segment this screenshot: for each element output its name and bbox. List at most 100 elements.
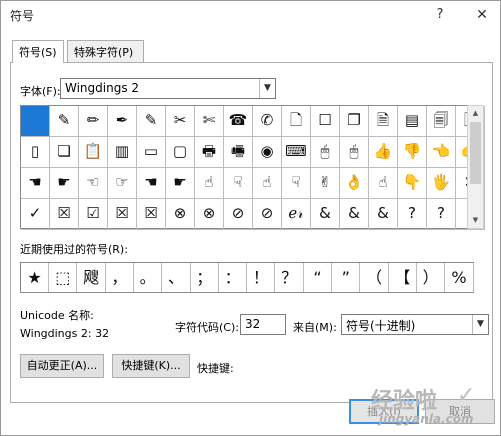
chevron-down-icon[interactable]: ▼ bbox=[259, 79, 275, 98]
symbol-cell[interactable]: 📋 bbox=[79, 137, 108, 168]
recent-symbol-cell[interactable]: ） bbox=[417, 263, 446, 292]
symbol-cell[interactable]: ✄ bbox=[195, 106, 224, 137]
symbol-cell[interactable]: ✌ bbox=[311, 168, 340, 199]
font-label: 字体(F): bbox=[20, 85, 61, 98]
symbol-cell[interactable]: 🗎 bbox=[369, 106, 398, 137]
recent-symbol-cell[interactable]: ！ bbox=[247, 263, 276, 292]
symbol-cell[interactable]: ☚ bbox=[137, 168, 166, 199]
symbol-cell[interactable]: ℯ𝓇 bbox=[282, 199, 311, 230]
symbol-cell[interactable]: & bbox=[340, 199, 369, 230]
symbol-grid-scrollbar[interactable]: ▲ ▼ bbox=[467, 105, 484, 229]
symbol-cell[interactable]: ☐ bbox=[311, 106, 340, 137]
recent-symbol-cell[interactable]: ？ bbox=[276, 263, 304, 292]
autocorrect-button[interactable]: 自动更正(A)... bbox=[20, 354, 104, 378]
symbol-cell[interactable]: ▯ bbox=[21, 137, 50, 168]
symbol-cell[interactable]: 🖱 bbox=[340, 137, 369, 168]
symbol-cell[interactable]: ✓ bbox=[21, 199, 50, 230]
symbol-cell[interactable]: ▭ bbox=[137, 137, 166, 168]
dialog-title: 符号 bbox=[10, 9, 35, 23]
symbol-cell[interactable]: 🖶 bbox=[195, 137, 224, 168]
symbol-cell[interactable]: ☒ bbox=[137, 199, 166, 230]
symbol-cell[interactable]: 🖱 bbox=[311, 137, 340, 168]
symbol-cell[interactable]: ❏ bbox=[50, 137, 79, 168]
recent-symbol-cell[interactable]: ； bbox=[191, 263, 219, 292]
symbol-cell[interactable]: ☜ bbox=[79, 168, 108, 199]
symbol-cell[interactable] bbox=[21, 106, 50, 137]
symbol-cell[interactable]: ✂ bbox=[166, 106, 195, 137]
symbol-cell[interactable]: ✏ bbox=[79, 106, 108, 137]
tab-symbols[interactable]: 符号(S) bbox=[12, 40, 64, 63]
symbol-cell[interactable]: ☒ bbox=[50, 199, 79, 230]
scroll-up-icon[interactable]: ▲ bbox=[468, 106, 483, 121]
from-select[interactable]: 符号(十进制) ▼ bbox=[341, 314, 489, 335]
shortcut-key-label: 快捷键: bbox=[197, 362, 234, 375]
symbol-cell[interactable]: ✒ bbox=[108, 106, 137, 137]
recent-symbol-cell[interactable]: ★ bbox=[21, 263, 49, 292]
recent-symbol-cell[interactable]: 、 bbox=[163, 263, 191, 292]
font-select[interactable]: Wingdings 2 ▼ bbox=[60, 78, 276, 99]
symbol-cell[interactable]: 🗐 bbox=[427, 106, 456, 137]
recent-symbol-cell[interactable]: ： bbox=[219, 263, 248, 292]
symbol-cell[interactable]: ⊘ bbox=[224, 199, 253, 230]
recent-symbol-cell[interactable]: （ bbox=[361, 263, 389, 292]
symbol-cell[interactable]: ☝ bbox=[369, 168, 398, 199]
symbol-cell[interactable]: ▤ bbox=[398, 106, 427, 137]
scroll-down-icon[interactable]: ▼ bbox=[468, 213, 483, 228]
symbol-cell[interactable]: ▢ bbox=[166, 137, 195, 168]
watermark-check-icon: ✓ bbox=[457, 383, 476, 408]
char-code-input[interactable]: 32 bbox=[240, 314, 286, 335]
recent-symbol-cell[interactable]: “ bbox=[304, 263, 332, 292]
symbol-cell[interactable]: & bbox=[311, 199, 340, 230]
tab-special-characters[interactable]: 特殊字符(P) bbox=[67, 40, 144, 62]
symbol-cell[interactable]: ⌨ bbox=[282, 137, 311, 168]
symbol-cell[interactable]: ☎ bbox=[224, 106, 253, 137]
symbol-cell[interactable]: ▥ bbox=[108, 137, 137, 168]
symbol-cell[interactable]: ☑ bbox=[79, 199, 108, 230]
shortcut-key-button[interactable]: 快捷键(K)... bbox=[112, 354, 190, 378]
symbol-cell[interactable]: 👎 bbox=[398, 137, 427, 168]
symbol-cell[interactable]: 👍 bbox=[369, 137, 398, 168]
font-select-value: Wingdings 2 bbox=[65, 81, 140, 95]
symbol-cell[interactable]: 🗋 bbox=[282, 106, 311, 137]
recent-symbol-cell[interactable]: 。 bbox=[134, 263, 163, 292]
symbol-cell[interactable]: ⊗ bbox=[166, 199, 195, 230]
symbol-cell[interactable]: ❐ bbox=[340, 106, 369, 137]
symbol-cell[interactable]: 👈 bbox=[427, 137, 456, 168]
symbol-cell[interactable]: ☝ bbox=[195, 168, 224, 199]
symbol-cell[interactable]: 👇 bbox=[398, 168, 427, 199]
symbol-cell[interactable]: ☚ bbox=[21, 168, 50, 199]
symbol-cell[interactable]: ☟ bbox=[282, 168, 311, 199]
recent-symbol-cell[interactable]: % bbox=[446, 263, 474, 292]
recent-symbol-cell[interactable]: ” bbox=[332, 263, 361, 292]
symbol-cell[interactable]: ☒ bbox=[108, 199, 137, 230]
symbol-cell[interactable]: ? bbox=[427, 199, 456, 230]
symbol-cell[interactable]: ⊘ bbox=[253, 199, 282, 230]
symbol-dialog: 符号 ? ✕ 符号(S) 特殊字符(P) 字体(F): Wingdings 2 … bbox=[0, 0, 501, 436]
symbol-grid: ✎✏✒✎✂✄☎✆🗋☐❐🗎▤🗐🗋▯❏📋▥▭▢🖶🖷◉⌨🖱🖱👍👎👈👉☚☛☜☞☚☛☝☟☝… bbox=[20, 105, 485, 230]
recent-symbol-cell[interactable]: ， bbox=[106, 263, 134, 292]
symbol-cell[interactable]: 🖐 bbox=[427, 168, 456, 199]
symbol-cell[interactable]: ? bbox=[398, 199, 427, 230]
symbol-cell[interactable]: ✎ bbox=[50, 106, 79, 137]
close-button[interactable]: ✕ bbox=[471, 5, 493, 25]
scrollbar-thumb[interactable] bbox=[470, 122, 481, 184]
symbol-cell[interactable]: ◉ bbox=[253, 137, 282, 168]
symbol-cell[interactable]: 👌 bbox=[340, 168, 369, 199]
recent-symbol-cell[interactable]: 飕 bbox=[78, 263, 106, 292]
symbol-cell[interactable]: ☛ bbox=[50, 168, 79, 199]
unicode-name-value: Wingdings 2: 32 bbox=[20, 327, 110, 340]
watermark-url: jingyanla.com bbox=[379, 412, 474, 426]
symbol-cell[interactable]: ✎ bbox=[137, 106, 166, 137]
symbol-cell[interactable]: ☟ bbox=[224, 168, 253, 199]
symbol-cell[interactable]: ⊗ bbox=[195, 199, 224, 230]
symbol-cell[interactable]: ☝ bbox=[253, 168, 282, 199]
symbol-cell[interactable]: & bbox=[369, 199, 398, 230]
symbol-cell[interactable]: ✆ bbox=[253, 106, 282, 137]
recent-symbol-cell[interactable]: ⬚ bbox=[49, 263, 78, 292]
help-button[interactable]: ? bbox=[429, 5, 451, 25]
recent-symbol-cell[interactable]: 【 bbox=[389, 263, 417, 292]
symbol-cell[interactable]: ☛ bbox=[166, 168, 195, 199]
symbol-cell[interactable]: ☞ bbox=[108, 168, 137, 199]
symbol-cell[interactable]: 🖷 bbox=[224, 137, 253, 168]
chevron-down-icon[interactable]: ▼ bbox=[472, 315, 488, 334]
